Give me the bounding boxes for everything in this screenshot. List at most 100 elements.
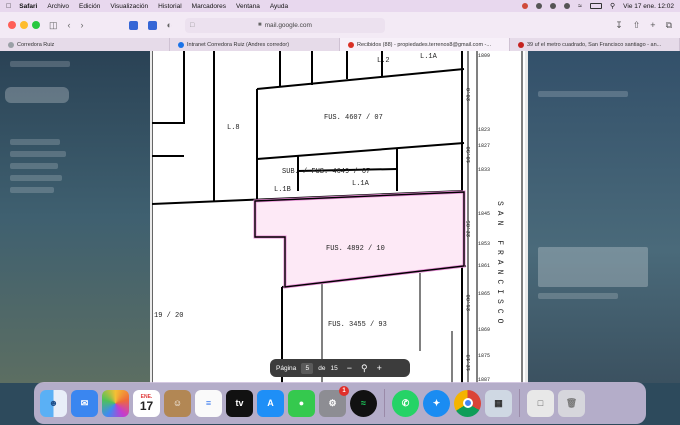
menu-visualizacion[interactable]: Visualización bbox=[110, 3, 148, 10]
zoom-out-icon[interactable]: − bbox=[347, 363, 352, 373]
whatsapp-icon[interactable]: ✆ bbox=[392, 389, 419, 417]
tab-corredora-ruiz[interactable]: Corredora Ruiz bbox=[0, 38, 170, 51]
tab-title: Intranet Corredora Ruiz (Andres corredor… bbox=[187, 41, 290, 48]
street-number: 1861 bbox=[478, 263, 490, 269]
status-app-icon[interactable] bbox=[550, 3, 557, 9]
search-icon[interactable]: ⚲ bbox=[610, 2, 615, 10]
reminders-icon[interactable]: ≡ bbox=[195, 389, 222, 417]
dimension-label: 12.18 bbox=[465, 354, 472, 371]
status-app-icon[interactable] bbox=[522, 3, 529, 9]
street-name-label: SAN FRANCISCO bbox=[495, 201, 504, 328]
pdf-page[interactable]: FUS. 4607 / 07 L.8 L.2 L.1A SUB. / FUS. … bbox=[152, 51, 525, 383]
street-number: 1833 bbox=[478, 167, 490, 173]
dock: ☻ ✉ ENE. 17 ☺ ≡ tv A ● ⚙ 1 ≈ ✆ ✦ ▦ □ 🗑 bbox=[34, 382, 646, 424]
share-icon[interactable]: ⇧ bbox=[633, 20, 641, 31]
lot-label: L.1A bbox=[420, 53, 438, 61]
sidebar-item bbox=[10, 151, 66, 157]
menu-marcadores[interactable]: Marcadores bbox=[192, 3, 226, 10]
mail-icon[interactable]: ✉ bbox=[71, 389, 98, 417]
parcel-line bbox=[256, 68, 465, 90]
address-bar[interactable]: □ ■ mail.google.com bbox=[184, 17, 385, 33]
tab-bar: Corredora Ruiz Intranet Corredora Ruiz (… bbox=[0, 38, 680, 51]
highlighted-lot bbox=[253, 190, 466, 289]
gmail-logo-placeholder bbox=[10, 61, 70, 67]
street-number: 1853 bbox=[478, 241, 490, 247]
spotify-icon[interactable]: ≈ bbox=[350, 389, 377, 417]
close-window-button[interactable] bbox=[8, 21, 16, 29]
gmail-icon bbox=[348, 41, 354, 48]
zoom-in-icon[interactable]: + bbox=[377, 363, 382, 373]
street-number: 1869 bbox=[478, 327, 490, 333]
page-number-input[interactable]: 5 bbox=[301, 362, 314, 374]
lot-label: SUB. / FUS. 4649 / 07 bbox=[282, 168, 370, 176]
lot-label: FUS. 3455 / 93 bbox=[328, 321, 387, 329]
lot-label: FUS. 4607 / 07 bbox=[324, 114, 383, 122]
page-total: 15 bbox=[330, 364, 338, 372]
page-icon: □ bbox=[189, 21, 195, 29]
privacy-shield-icon[interactable]: ◐ bbox=[167, 20, 172, 30]
menu-archivo[interactable]: Archivo bbox=[47, 3, 69, 10]
system-settings-icon[interactable]: ⚙ 1 bbox=[319, 385, 349, 417]
tab-favicon bbox=[178, 41, 184, 48]
zoom-window-button[interactable] bbox=[32, 21, 40, 29]
street-number: 1827 bbox=[478, 143, 490, 149]
chrome-icon[interactable] bbox=[454, 389, 481, 417]
tab-listing[interactable]: 39 uf el metro cuadrado, San Francisco s… bbox=[510, 38, 680, 51]
tab-title: Recibidos (88) - propiedades.terrenos8@g… bbox=[357, 41, 491, 48]
extension-icon[interactable] bbox=[128, 20, 138, 30]
finder-icon[interactable]: ☻ bbox=[40, 389, 67, 417]
forward-icon[interactable]: › bbox=[81, 20, 84, 30]
lot-label: L.1B bbox=[274, 186, 291, 194]
lock-icon: ■ bbox=[257, 22, 262, 28]
menu-app-name[interactable]: Safari bbox=[19, 3, 37, 10]
compose-button bbox=[5, 87, 69, 103]
trash-icon[interactable]: 🗑 bbox=[558, 389, 585, 417]
battery-icon[interactable] bbox=[590, 3, 603, 9]
browser-toolbar: ◫ ‹ › ◐ □ ■ mail.google.com ↧ ⇧ + ⧉ bbox=[0, 12, 680, 38]
back-icon[interactable]: ‹ bbox=[68, 20, 71, 30]
lot-label: L.8 bbox=[227, 124, 240, 132]
new-tab-icon[interactable]: + bbox=[650, 20, 655, 31]
extension-icon[interactable] bbox=[147, 20, 157, 30]
street-number: 1875 bbox=[478, 353, 490, 359]
contacts-icon[interactable]: ☺ bbox=[164, 389, 191, 417]
apple-icon[interactable]:  bbox=[6, 3, 11, 10]
street-number: 1823 bbox=[478, 127, 490, 133]
sidebar-item bbox=[10, 139, 60, 145]
preview-icon[interactable]: ▦ bbox=[485, 389, 512, 417]
menu-edicion[interactable]: Edición bbox=[79, 3, 100, 10]
tab-intranet[interactable]: Intranet Corredora Ruiz (Andres corredor… bbox=[170, 38, 340, 51]
tab-title: Corredora Ruiz bbox=[17, 41, 55, 48]
clock[interactable]: Vie 17 ene. 12:02 bbox=[623, 3, 674, 10]
menu-ventana[interactable]: Ventana bbox=[236, 3, 260, 10]
downloads-folder-icon[interactable]: □ bbox=[527, 389, 554, 417]
wifi-icon[interactable]: ≈ bbox=[578, 3, 582, 10]
menu-ayuda[interactable]: Ayuda bbox=[270, 3, 288, 10]
safari-icon[interactable]: ✦ bbox=[423, 389, 450, 417]
calendar-day: 17 bbox=[139, 399, 154, 413]
app-store-icon[interactable]: A bbox=[257, 389, 284, 417]
calendar-icon[interactable]: ENE. 17 bbox=[133, 389, 160, 417]
tab-gmail[interactable]: Recibidos (88) - propiedades.terrenos8@g… bbox=[340, 38, 510, 51]
photos-icon[interactable] bbox=[102, 389, 129, 417]
gmail-sidebar bbox=[0, 51, 150, 383]
zoom-icon[interactable]: ⚲ bbox=[361, 363, 368, 374]
apple-tv-icon[interactable]: tv bbox=[226, 389, 253, 417]
minimize-window-button[interactable] bbox=[20, 21, 28, 29]
pdf-page-controls: Página 5 de 15 − ⚲ + bbox=[270, 359, 410, 377]
panel-row bbox=[538, 293, 618, 299]
toolbar-right-actions: ↧ ⇧ + ⧉ bbox=[615, 20, 672, 31]
dock-separator bbox=[519, 389, 520, 417]
page-label: Página bbox=[276, 364, 297, 372]
sidebar-icon[interactable]: ◫ bbox=[49, 20, 58, 31]
tab-title: 39 uf el metro cuadrado, San Francisco s… bbox=[527, 41, 662, 48]
dimension-label: 21.80 bbox=[465, 294, 472, 311]
status-app-icon[interactable] bbox=[536, 3, 543, 9]
download-icon[interactable]: ↧ bbox=[615, 20, 623, 31]
menu-historial[interactable]: Historial bbox=[158, 3, 181, 10]
menu-bar:  Safari Archivo Edición Visualización H… bbox=[0, 0, 680, 12]
tab-overview-icon[interactable]: ⧉ bbox=[666, 20, 672, 31]
messages-icon[interactable]: ● bbox=[288, 389, 315, 417]
status-app-icon[interactable] bbox=[564, 3, 571, 9]
tab-favicon bbox=[8, 41, 14, 48]
